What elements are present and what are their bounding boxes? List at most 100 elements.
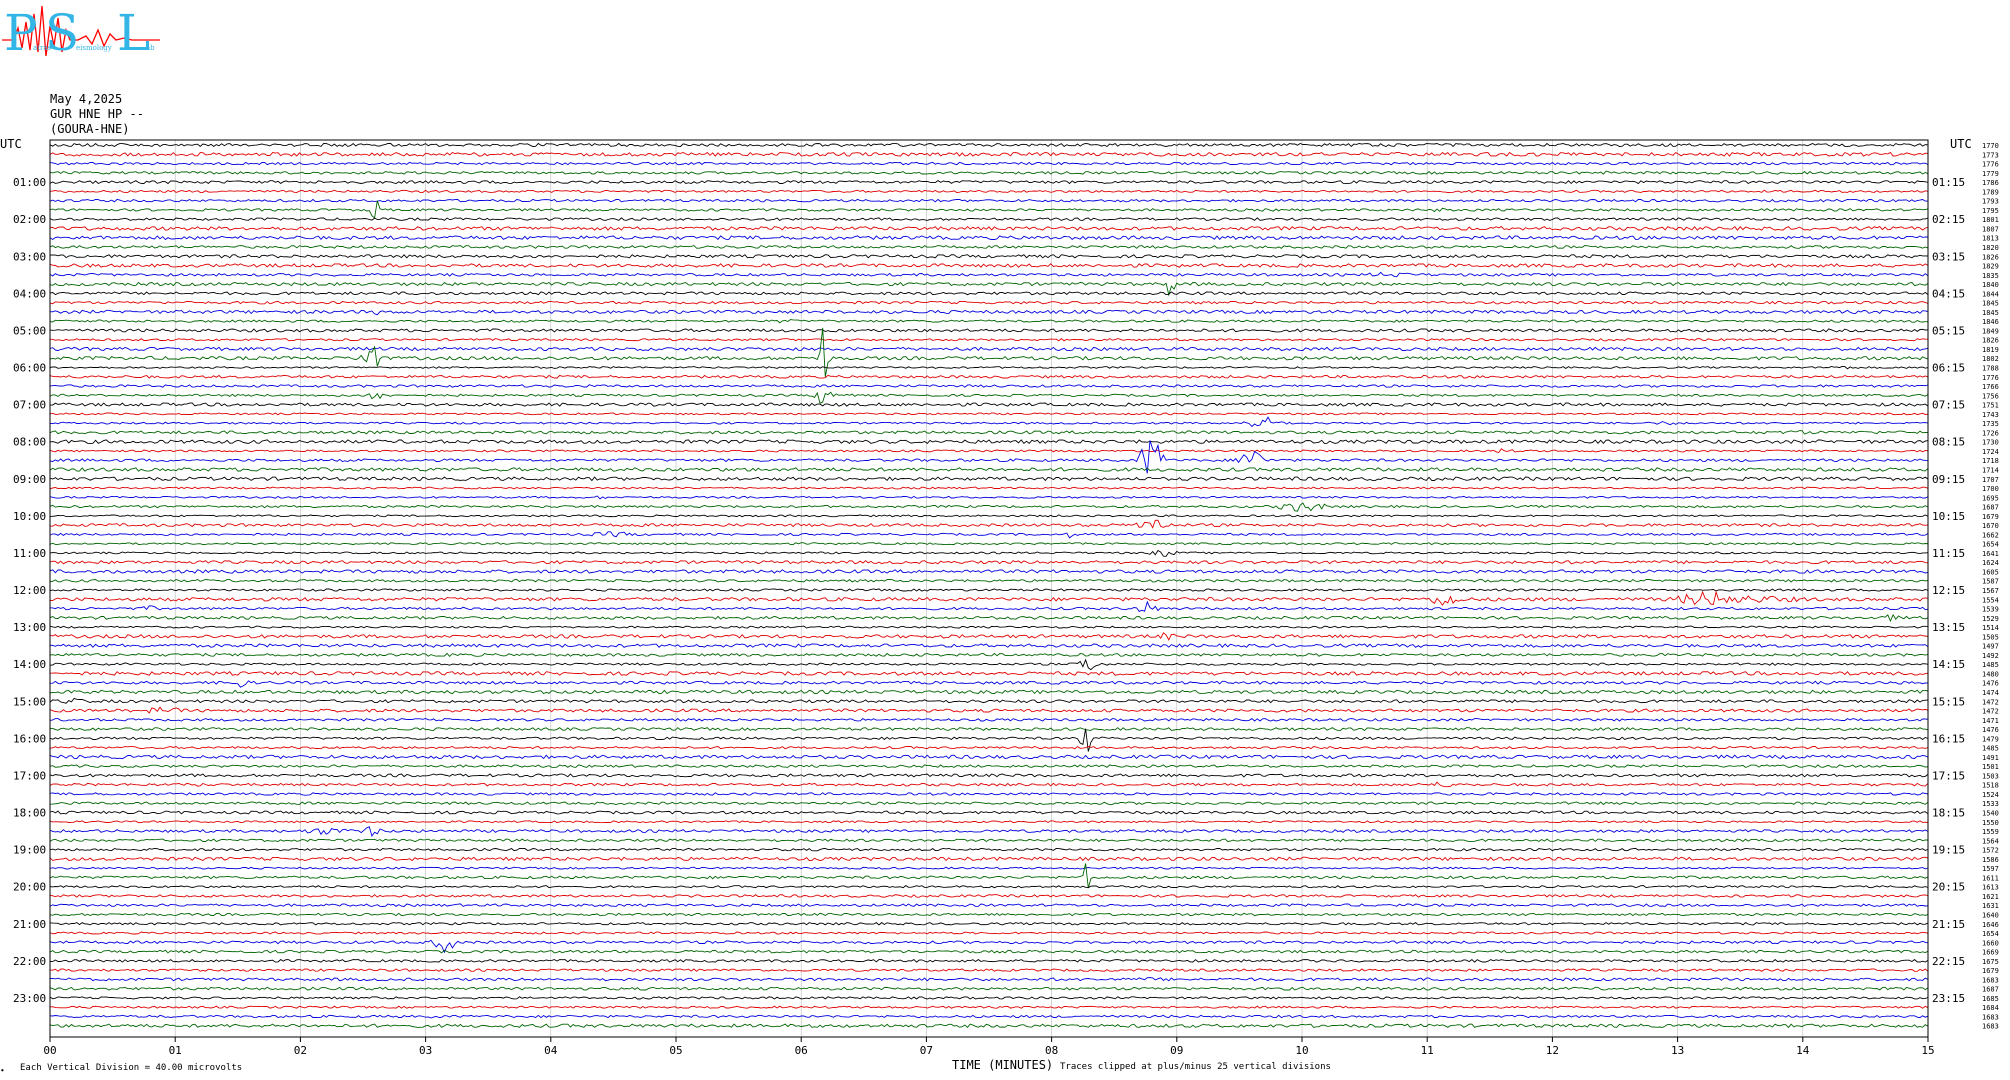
x-tick-label: 12 xyxy=(1546,1044,1559,1057)
right-hour-label: 02:15 xyxy=(1932,213,1965,226)
trace-line xyxy=(49,346,1929,352)
trace-line xyxy=(49,959,1929,963)
trace-value-label: 1641 xyxy=(1982,550,1999,558)
trace-line xyxy=(49,613,1929,623)
right-hour-label: 05:15 xyxy=(1932,324,1965,337)
trace-value-label: 1654 xyxy=(1982,930,1999,938)
trace-value-label: 1501 xyxy=(1982,763,1999,771)
trace-line xyxy=(49,764,1929,768)
trace-line xyxy=(50,338,1929,342)
trace-value-label: 1492 xyxy=(1982,652,1999,660)
trace-line xyxy=(49,291,1929,296)
trace-value-label: 1670 xyxy=(1982,522,1999,530)
trace-value-label: 1491 xyxy=(1982,754,1999,762)
trace-value-label: 1679 xyxy=(1982,513,1999,521)
trace-line xyxy=(49,151,1929,157)
left-hour-label: 18:00 xyxy=(13,807,46,820)
right-axis-title: UTC xyxy=(1950,137,1972,151)
trace-value-label: 1586 xyxy=(1982,856,1999,864)
seismic-traces xyxy=(49,142,1929,1029)
trace-line xyxy=(49,495,1929,500)
x-tick-label: 02 xyxy=(294,1044,307,1057)
right-hour-label: 04:15 xyxy=(1932,287,1965,300)
right-hour-label: 13:15 xyxy=(1932,621,1965,634)
trace-line xyxy=(49,519,1929,529)
x-tick-label: 14 xyxy=(1796,1044,1810,1057)
trace-line xyxy=(49,467,1929,472)
trace-line xyxy=(49,170,1929,175)
left-hour-label: 21:00 xyxy=(13,918,46,931)
trace-value-label: 1819 xyxy=(1982,346,1999,354)
trace-value-label: 1597 xyxy=(1982,865,1999,873)
trace-value-label: 1849 xyxy=(1982,327,1999,335)
trace-line xyxy=(49,727,1929,731)
trace-value-label: 1766 xyxy=(1982,383,1999,391)
trace-line xyxy=(49,328,1929,333)
x-tick-label: 07 xyxy=(920,1044,933,1057)
trace-value-label: 1683 xyxy=(1982,1013,1999,1021)
trace-value-label: 1786 xyxy=(1982,179,1999,187)
trace-value-label: 1735 xyxy=(1982,420,1999,428)
header-date: May 4,2025 xyxy=(50,92,122,106)
trace-value-label: 1714 xyxy=(1982,466,1999,474)
left-hour-label: 19:00 xyxy=(13,844,46,857)
left-hour-label: 02:00 xyxy=(13,213,46,226)
trace-value-label: 1793 xyxy=(1982,198,1999,206)
x-tick-label: 11 xyxy=(1421,1044,1434,1057)
trace-value-label: 1472 xyxy=(1982,708,1999,716)
trace-value-label: 1669 xyxy=(1982,949,1999,957)
trace-line xyxy=(49,245,1929,249)
trace-line xyxy=(49,781,1929,788)
trace-line xyxy=(49,625,1929,629)
trace-line xyxy=(49,200,1929,219)
trace-line xyxy=(49,866,1929,870)
left-hour-label: 13:00 xyxy=(13,621,46,634)
right-hour-label: 03:15 xyxy=(1932,250,1965,263)
trace-value-label: 1726 xyxy=(1982,429,1999,437)
left-hour-label: 23:00 xyxy=(13,992,46,1005)
trace-line xyxy=(49,968,1929,972)
trace-line xyxy=(49,912,1929,917)
trace-line xyxy=(49,198,1928,203)
trace-value-label: 1846 xyxy=(1982,318,1999,326)
helicorder-figure: P atras S eismology L ab May 4,2025 GUR … xyxy=(0,0,2010,1080)
trace-value-label: 1813 xyxy=(1982,235,1999,243)
trace-value-label: 1700 xyxy=(1982,485,1999,493)
right-hour-label: 08:15 xyxy=(1932,436,1965,449)
right-hour-label: 09:15 xyxy=(1932,473,1965,486)
trace-value-label: 1807 xyxy=(1982,225,1999,233)
x-tick-label: 15 xyxy=(1921,1044,1934,1057)
trace-value-label: 1485 xyxy=(1982,745,1999,753)
trace-value-label: 1640 xyxy=(1982,911,1999,919)
helicorder-plot: May 4,2025 GUR HNE HP -- (GOURA-HNE) UTC… xyxy=(0,92,1999,1075)
trace-line xyxy=(49,820,1929,824)
trace-value-label: 1743 xyxy=(1982,411,1999,419)
right-hour-label: 18:15 xyxy=(1932,807,1965,820)
trace-value-label: 1679 xyxy=(1982,967,1999,975)
right-hour-label: 14:15 xyxy=(1932,658,1965,671)
trace-line xyxy=(49,588,1929,592)
left-hour-label: 09:00 xyxy=(13,473,46,486)
trace-line xyxy=(49,235,1929,241)
trace-line xyxy=(49,217,1929,221)
left-hour-label: 01:00 xyxy=(13,176,46,189)
x-tick-label: 04 xyxy=(544,1044,558,1057)
left-hour-label: 05:00 xyxy=(13,324,46,337)
trace-value-label: 1820 xyxy=(1982,244,1999,252)
trace-value-label: 1559 xyxy=(1982,828,1999,836)
trace-value-label: 1675 xyxy=(1982,958,1999,966)
trace-line xyxy=(49,810,1929,815)
right-hour-label: 21:15 xyxy=(1932,918,1965,931)
trace-line xyxy=(49,894,1929,898)
trace-value-label: 1503 xyxy=(1982,772,1999,780)
trace-line xyxy=(49,391,1929,404)
trace-line xyxy=(49,706,1929,714)
right-hour-label: 17:15 xyxy=(1932,769,1965,782)
x-axis-ticks: 00 01 02 03 04 05 06 07 08 09 10 11 12 13 14 15 xyxy=(43,1037,1935,1057)
trace-line xyxy=(49,689,1929,695)
trace-line xyxy=(49,161,1929,166)
trace-value-label: 1539 xyxy=(1982,606,1999,614)
left-axis-title: UTC xyxy=(0,137,22,151)
trace-value-label: 1685 xyxy=(1982,995,1999,1003)
trace-line xyxy=(49,590,1929,606)
